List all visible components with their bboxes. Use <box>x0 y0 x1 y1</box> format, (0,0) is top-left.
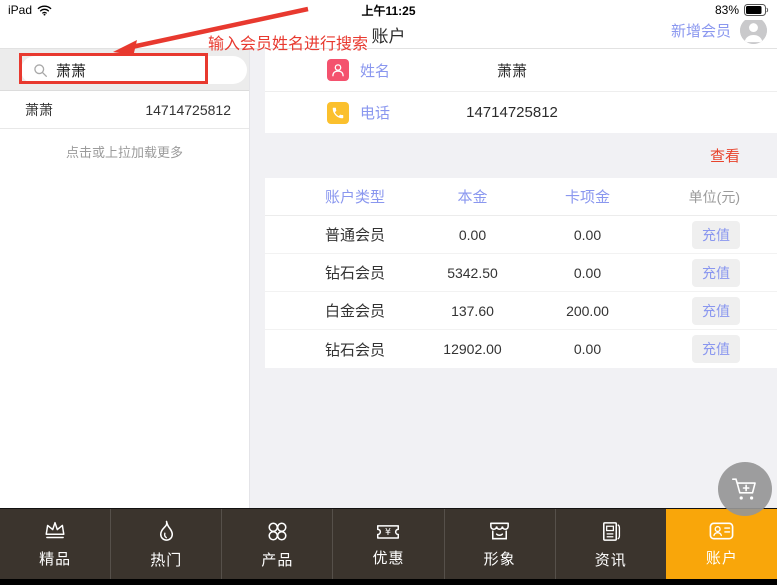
nav-label: 精品 <box>39 551 72 568</box>
column-principal: 本金 <box>457 189 488 206</box>
view-row: 查看 <box>265 133 777 178</box>
user-avatar-icon <box>740 17 767 44</box>
accounts-table: 账户类型 本金 卡项金 单位(元) 普通会员 0.00 0.00 充值 钻石会员… <box>265 178 777 368</box>
search-bar: 萧萧 <box>0 49 249 91</box>
cart-plus-icon <box>731 477 756 500</box>
card-amount-value: 0.00 <box>573 226 602 243</box>
principal-value: 137.60 <box>451 302 494 319</box>
search-input[interactable]: 萧萧 <box>21 56 247 84</box>
member-name: 萧萧 <box>25 101 53 118</box>
recharge-button[interactable]: 充值 <box>692 335 740 363</box>
nav-item-coupons[interactable]: ¥ 优惠 <box>332 509 443 579</box>
principal-value: 0.00 <box>458 226 487 243</box>
column-account-type: 账户类型 <box>324 189 385 206</box>
status-bar: iPad 上午11:25 83% <box>0 0 777 20</box>
table-row: 钻石会员 5342.50 0.00 充值 <box>265 254 777 292</box>
member-detail-panel: 姓名 萧萧 电话 14714725812 查看 账户类型 本金 卡项金 单位(元… <box>265 49 777 508</box>
nav-label: 形象 <box>483 551 516 568</box>
storefront-icon <box>490 522 510 540</box>
person-icon <box>327 59 349 81</box>
nav-item-news[interactable]: 资讯 <box>554 509 666 579</box>
nav-item-products[interactable]: 产品 <box>221 509 332 579</box>
nav-item-image[interactable]: 形象 <box>443 509 555 579</box>
recharge-button[interactable]: 充值 <box>692 296 740 325</box>
nav-item-account[interactable]: 账户 <box>665 509 777 579</box>
accounts-table-header: 账户类型 本金 卡项金 单位(元) <box>265 178 777 216</box>
grid-circles-icon <box>268 521 287 541</box>
account-type: 白金会员 <box>324 303 385 320</box>
phone-field-row: 电话 14714725812 <box>265 91 777 133</box>
member-info-card: 姓名 萧萧 电话 14714725812 <box>265 49 777 133</box>
add-member-button[interactable]: 新增会员 <box>671 20 731 41</box>
search-icon <box>34 63 47 77</box>
table-row: 钻石会员 12902.00 0.00 充值 <box>265 330 777 368</box>
card-amount-value: 0.00 <box>573 341 602 357</box>
avatar[interactable] <box>740 17 767 44</box>
device-label: iPad <box>8 3 33 17</box>
coupon-icon: ¥ <box>377 525 400 539</box>
id-card-icon <box>709 522 734 540</box>
nav-label: 资讯 <box>594 551 627 569</box>
app-screen: iPad 上午11:25 83% 账户 新增会员 萧萧 萧萧 147147258… <box>0 0 777 585</box>
member-list-panel: 萧萧 萧萧 14714725812 点击或上拉加载更多 <box>0 49 250 508</box>
table-row: 普通会员 0.00 0.00 充值 <box>265 216 777 254</box>
nav-item-boutique[interactable]: 精品 <box>0 509 110 579</box>
search-query-text: 萧萧 <box>56 62 87 80</box>
nav-label: 产品 <box>261 551 294 569</box>
phone-field-value: 14714725812 <box>466 104 558 121</box>
svg-text:¥: ¥ <box>386 527 392 538</box>
view-link[interactable]: 查看 <box>710 145 740 166</box>
principal-value: 12902.00 <box>443 341 502 357</box>
account-type: 钻石会员 <box>324 265 385 282</box>
member-phone: 14714725812 <box>145 101 231 118</box>
flame-icon <box>159 520 173 541</box>
nav-label: 热门 <box>150 551 183 569</box>
unit-label: 单位(元) <box>688 188 740 205</box>
card-amount-value: 0.00 <box>573 264 602 281</box>
name-field-value: 萧萧 <box>496 62 527 80</box>
page-title: 账户 <box>371 27 406 46</box>
header: 账户 新增会员 <box>0 17 777 49</box>
nav-label: 账户 <box>705 550 738 567</box>
bottom-nav: 精品 热门 产品 ¥ 优惠 形象 资讯 账户 <box>0 508 777 579</box>
cart-button[interactable] <box>718 462 772 516</box>
member-list-item[interactable]: 萧萧 14714725812 <box>0 91 249 129</box>
battery-icon <box>744 4 769 16</box>
bottom-black-strip <box>0 579 777 585</box>
card-amount-value: 200.00 <box>566 302 609 319</box>
wifi-icon <box>37 5 52 16</box>
recharge-button[interactable]: 充值 <box>692 258 740 287</box>
account-type: 钻石会员 <box>324 341 385 359</box>
battery-percent: 83% <box>714 3 739 17</box>
table-row: 白金会员 137.60 200.00 充值 <box>265 292 777 330</box>
clock: 上午11:25 <box>361 3 416 18</box>
name-field-row: 姓名 萧萧 <box>265 49 777 91</box>
nav-item-hot[interactable]: 热门 <box>110 509 221 579</box>
account-type: 普通会员 <box>324 227 385 244</box>
phone-icon <box>327 101 349 124</box>
phone-field-label: 电话 <box>360 105 391 122</box>
crown-icon <box>45 521 65 539</box>
news-icon <box>603 521 621 541</box>
name-field-label: 姓名 <box>360 62 391 80</box>
column-card-amount: 卡项金 <box>564 189 610 206</box>
load-more-button[interactable]: 点击或上拉加载更多 <box>0 129 249 161</box>
principal-value: 5342.50 <box>447 264 498 281</box>
recharge-button[interactable]: 充值 <box>692 220 740 249</box>
nav-label: 优惠 <box>372 550 405 567</box>
